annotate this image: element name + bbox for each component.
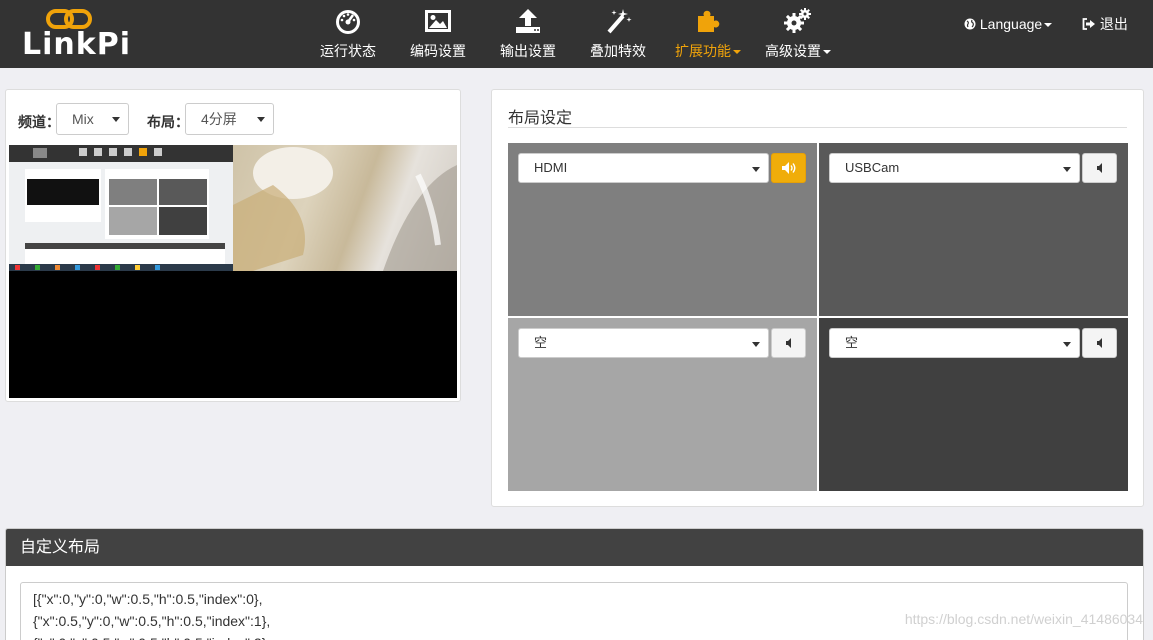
audio-toggle-button[interactable] [1082, 328, 1117, 358]
channel-select[interactable]: Mix [56, 103, 129, 135]
layout-grid: HDMI USBCam 空 空 [508, 143, 1128, 491]
caret-down-icon [1044, 23, 1053, 28]
nav-label: 输出设置 [500, 43, 556, 59]
source-select[interactable]: 空 [829, 328, 1080, 358]
source-value: USBCam [845, 160, 900, 175]
json-line: [{"x":0,"y":0,"w":0.5,"h":0.5,"index":0}… [33, 591, 263, 607]
upload-icon [516, 9, 540, 33]
nav-item-encoding[interactable]: 编码设置 [393, 0, 483, 68]
divider [508, 127, 1127, 128]
volume-off-icon [1097, 163, 1102, 173]
preview-panel: 频道： Mix 布局： 4分屏 [5, 89, 461, 402]
source-value: HDMI [534, 160, 568, 175]
panel-title: 布局设定 [508, 110, 573, 127]
watermark: https://blog.csdn.net/weixin_41486034 [904, 611, 1143, 627]
language-label: Language [979, 16, 1043, 32]
volume-off-icon [1097, 338, 1102, 348]
select-arrow-icon [1063, 342, 1071, 347]
globe-icon [964, 18, 976, 30]
select-arrow-icon [257, 117, 265, 122]
dashboard-icon [336, 10, 360, 34]
puzzle-icon [698, 10, 720, 32]
gears-icon [784, 8, 811, 33]
select-arrow-icon [112, 117, 120, 122]
source-select[interactable]: HDMI [518, 153, 769, 183]
nav-label: 高级设置 [765, 43, 821, 59]
audio-toggle-button[interactable] [1082, 153, 1117, 183]
layout-select[interactable]: 4分屏 [185, 103, 274, 135]
source-select[interactable]: USBCam [829, 153, 1080, 183]
channel-label: 频道： [18, 114, 60, 130]
audio-toggle-button[interactable] [771, 328, 806, 358]
channel-value: Mix [72, 111, 94, 127]
layout-cell[interactable]: USBCam [819, 143, 1128, 316]
caret-down-icon [823, 50, 831, 55]
custom-layout-title: 自定义布局 [6, 529, 1143, 566]
layout-value: 4分屏 [201, 111, 237, 127]
select-arrow-icon [752, 167, 760, 172]
source-value: 空 [845, 335, 859, 350]
audio-toggle-button[interactable] [771, 153, 806, 183]
video-preview [9, 145, 457, 398]
layout-label: 布局： [147, 114, 189, 130]
select-arrow-icon [752, 342, 760, 347]
caret-down-icon [733, 50, 741, 55]
nav-label: 叠加特效 [590, 43, 646, 59]
usb-camera-feed [233, 145, 457, 271]
magic-wand-icon [607, 9, 632, 34]
nav-item-overlay[interactable]: 叠加特效 [573, 0, 663, 68]
source-select[interactable]: 空 [518, 328, 769, 358]
layout-cell[interactable]: 空 [819, 318, 1128, 491]
layout-settings-panel: 布局设定 HDMI USBCam 空 空 [491, 89, 1144, 507]
nav-label: 运行状态 [320, 43, 376, 59]
json-line: {"x":0,"y":0.5,"w":0.5,"h":0.5,"index":2… [33, 632, 1115, 640]
nav-label-wrap: 扩展功能 [663, 42, 753, 60]
image-icon [425, 10, 451, 32]
nav-label-wrap: 高级设置 [753, 42, 843, 60]
screen-capture-thumbnail [9, 145, 233, 271]
layout-cell[interactable]: 空 [508, 318, 817, 491]
layout-cell[interactable]: HDMI [508, 143, 817, 316]
brand-name: LinkPi [22, 27, 131, 62]
language-dropdown[interactable]: Language [964, 14, 1053, 34]
nav-item-extensions[interactable]: 扩展功能 [663, 0, 753, 68]
source-value: 空 [534, 335, 548, 350]
logout-button[interactable]: 退出 [1082, 14, 1128, 34]
volume-up-icon [782, 162, 796, 174]
nav-item-output[interactable]: 输出设置 [483, 0, 573, 68]
volume-off-icon [786, 338, 791, 348]
nav-item-advanced[interactable]: 高级设置 [753, 0, 843, 68]
top-navbar: LinkPi 运行状态 编码设置 输出设置 叠加特效 扩展功能 高级设置 Lan… [0, 0, 1153, 68]
brand-logo[interactable]: LinkPi [22, 6, 130, 62]
nav-label: 编码设置 [410, 43, 466, 59]
logout-label: 退出 [1099, 16, 1128, 32]
sign-out-icon [1082, 18, 1095, 30]
nav-label: 扩展功能 [675, 43, 731, 59]
select-arrow-icon [1063, 167, 1071, 172]
camera-scene-image [233, 147, 457, 271]
nav-item-status[interactable]: 运行状态 [303, 0, 393, 68]
